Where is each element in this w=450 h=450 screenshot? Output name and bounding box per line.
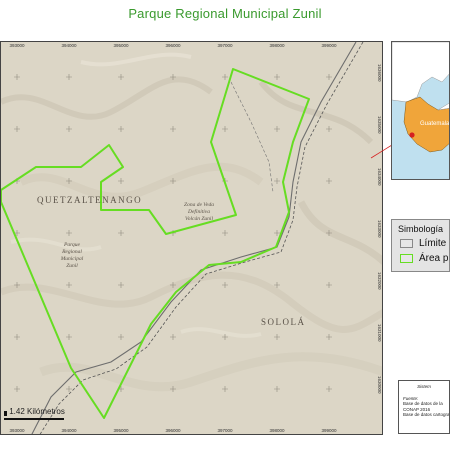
label-solola: SOLOLÁ — [261, 317, 306, 327]
x-tick-top: 394000 — [61, 43, 77, 48]
x-tick-top: 398000 — [269, 43, 285, 48]
legend: Simbología Límite Área pr — [391, 219, 450, 272]
x-tick-bottom: 393000 — [9, 428, 25, 433]
main-map[interactable]: 393000 394000 395000 396000 397000 39800… — [0, 41, 383, 435]
x-tick-top: 399000 — [321, 43, 337, 48]
x-tick-bottom: 396000 — [165, 428, 181, 433]
scale-bar-label: 1.42 Kilómetros — [9, 407, 65, 416]
label-parque-line: Parque — [64, 242, 80, 248]
y-tick-right: 1631000 — [377, 324, 382, 342]
y-tick-right: 1634000 — [377, 168, 382, 186]
inset-shapes — [392, 42, 449, 179]
label-quetzaltenango: QUETZALTENANGO — [37, 195, 143, 205]
label-zona-veda-line: Zona de Veda — [184, 202, 214, 208]
label-parque-line: Regional — [62, 249, 82, 255]
x-tick-top: 393000 — [9, 43, 25, 48]
scale-bar-mark — [4, 411, 7, 416]
x-tick-top: 397000 — [217, 43, 233, 48]
info-line: Base de datos cartogra — [403, 412, 450, 417]
label-zona-veda-line: Volcán Zunil — [185, 216, 213, 222]
y-tick-right: 1632000 — [377, 272, 382, 290]
source-info-box: Sistem Fuente: Base de datos de la CONAP… — [398, 380, 450, 434]
inset-map[interactable]: Guatemala — [391, 41, 450, 180]
scale-bar: 1.42 Kilómetros — [4, 407, 65, 420]
label-zona-veda-line: Definitiva — [188, 209, 210, 215]
x-tick-top: 396000 — [165, 43, 181, 48]
info-line: Base de datos de la — [403, 401, 443, 406]
scale-bar-line — [4, 418, 64, 420]
label-parque-line: Zunil — [66, 263, 78, 269]
legend-item-limite: Límite — [400, 238, 446, 249]
x-tick-bottom: 399000 — [321, 428, 337, 433]
y-tick-right: 1630000 — [377, 376, 382, 394]
x-tick-top: 395000 — [113, 43, 129, 48]
y-tick-right: 1635000 — [377, 116, 382, 134]
inset-country-label: Guatemala — [420, 121, 450, 127]
y-tick-right: 1636000 — [377, 64, 382, 82]
label-zona-veda: Zona de Veda Definitiva Volcán Zunil — [179, 202, 219, 223]
x-tick-bottom: 398000 — [269, 428, 285, 433]
legend-swatch — [400, 253, 413, 263]
label-parque: Parque Regional Municipal Zunil — [56, 242, 88, 270]
legend-item-label: Área pr — [419, 253, 450, 264]
legend-item-label: Límite — [419, 238, 447, 249]
legend-item-area: Área pr — [400, 253, 450, 264]
label-parque-line: Municipal — [60, 256, 84, 262]
x-tick-bottom: 397000 — [217, 428, 233, 433]
map-title: Parque Regional Municipal Zunil — [128, 6, 322, 21]
terrain-layer — [1, 42, 382, 434]
legend-title: Simbología — [398, 224, 444, 234]
x-tick-bottom: 394000 — [61, 428, 77, 433]
legend-swatch — [400, 238, 413, 248]
y-tick-right: 1633000 — [377, 220, 382, 238]
x-tick-bottom: 395000 — [113, 428, 129, 433]
info-line: Sistem — [417, 384, 431, 389]
